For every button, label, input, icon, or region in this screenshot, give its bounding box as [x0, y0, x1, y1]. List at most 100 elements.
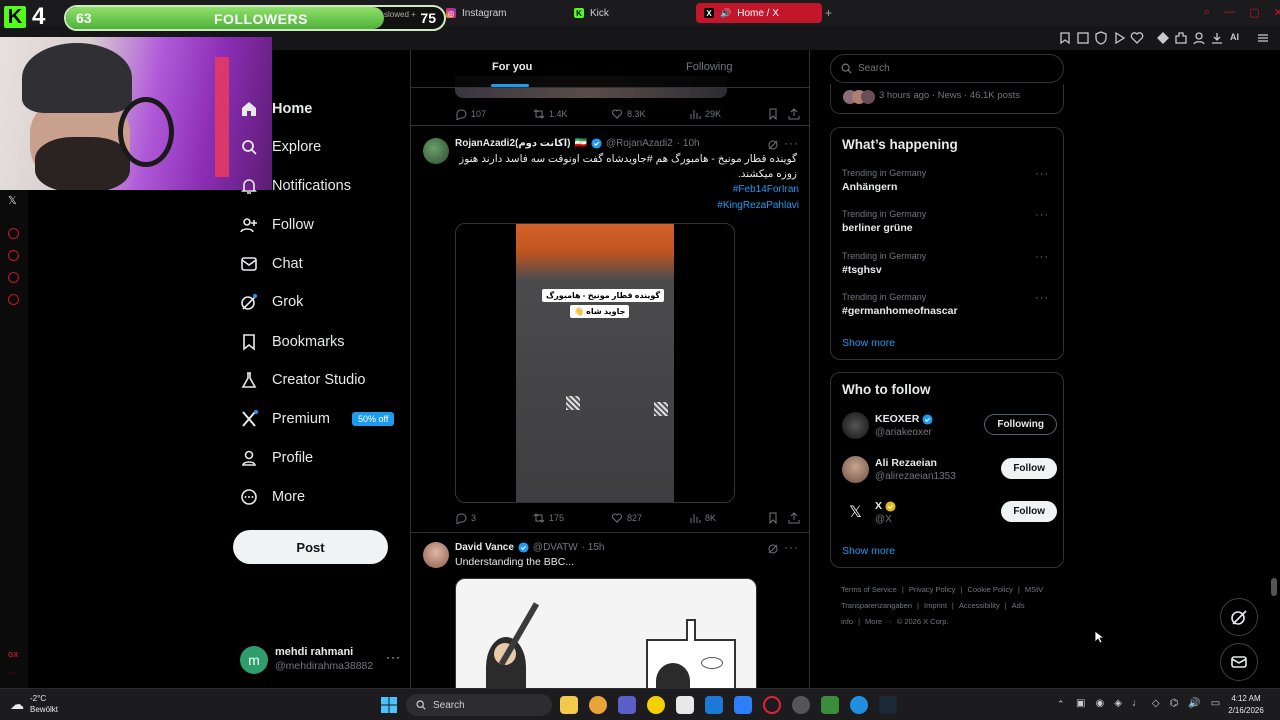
screenshot-icon[interactable]: [1076, 31, 1090, 45]
tweet-more-icon[interactable]: ···: [784, 540, 799, 554]
nav-home[interactable]: Home: [240, 94, 312, 124]
nav-grok[interactable]: Grok: [240, 287, 303, 317]
trend-item[interactable]: Trending in Germany berliner grüne ···: [842, 209, 1057, 234]
vpn-icon[interactable]: [1094, 31, 1108, 45]
page-scrollbar[interactable]: [1271, 578, 1277, 596]
tweet-time[interactable]: · 15h: [582, 542, 605, 553]
search-box[interactable]: [830, 54, 1064, 83]
extension-icon[interactable]: [1058, 31, 1072, 45]
minimize-button[interactable]: —: [1224, 6, 1235, 20]
sidebar-messenger-icon[interactable]: [8, 272, 19, 283]
share-button[interactable]: [788, 512, 800, 524]
trend-more-icon[interactable]: ···: [1035, 209, 1049, 221]
footer-link[interactable]: More ···: [865, 617, 892, 626]
tweet-avatar[interactable]: [423, 542, 449, 568]
profile-icon[interactable]: [1192, 31, 1206, 45]
follow-suggestion[interactable]: KEOXER @ariakeoxer Following: [842, 411, 1057, 443]
taskbar-clock[interactable]: 4:12 AM 2/16/2026: [1222, 693, 1270, 717]
nav-profile[interactable]: Profile: [240, 443, 313, 473]
views-button[interactable]: 8K: [689, 512, 716, 524]
tray-app-icon[interactable]: ▣: [1076, 698, 1085, 709]
search-input[interactable]: [858, 63, 1038, 74]
reply-button[interactable]: 107: [455, 108, 486, 120]
nav-notifications[interactable]: Notifications: [240, 171, 351, 201]
news-card-remainder[interactable]: 3 hours ago · News · 46.1K posts: [830, 84, 1064, 114]
nav-follow[interactable]: Follow: [240, 210, 314, 240]
app-icon[interactable]: [589, 696, 607, 714]
trend-more-icon[interactable]: ···: [1035, 168, 1049, 180]
microphone-icon[interactable]: ♩: [1132, 698, 1142, 709]
sidebar-settings-icon[interactable]: [8, 294, 19, 305]
grok-explain-icon[interactable]: [767, 543, 779, 555]
discord-icon[interactable]: ◉: [1095, 698, 1104, 709]
app-icon[interactable]: [792, 696, 810, 714]
trend-more-icon[interactable]: ···: [1035, 251, 1049, 263]
weather-widget[interactable]: ☁ -2°C Bewölkt: [10, 693, 58, 715]
ai-button[interactable]: AI: [1230, 32, 1239, 42]
tweet-image-cartoon[interactable]: [455, 578, 757, 688]
file-explorer-icon[interactable]: [560, 696, 578, 714]
tab-instagram[interactable]: ◎ Instagram: [438, 3, 562, 23]
grok-explain-icon[interactable]: [767, 139, 779, 151]
security-icon[interactable]: [734, 696, 752, 714]
app-icon[interactable]: [647, 696, 665, 714]
teams-icon[interactable]: [618, 696, 636, 714]
follow-suggestion[interactable]: Ali Rezaeian @alirezaeian1353 Follow: [842, 455, 1057, 487]
follow-button[interactable]: Follow: [1001, 458, 1057, 479]
nav-premium[interactable]: Premium 50% off: [240, 404, 395, 434]
repost-button[interactable]: 1.4K: [533, 108, 568, 120]
trend-item[interactable]: Trending in Germany Anhängern ···: [842, 168, 1057, 193]
post-button[interactable]: Post: [233, 530, 388, 564]
network-icon[interactable]: ⌬: [1170, 698, 1179, 709]
windows-start-icon[interactable]: [381, 697, 397, 713]
nav-bookmarks[interactable]: Bookmarks: [240, 327, 345, 357]
volume-icon[interactable]: 🔊: [1188, 698, 1200, 709]
show-more-link[interactable]: Show more: [842, 545, 895, 557]
repost-button[interactable]: 175: [533, 512, 564, 524]
trend-item[interactable]: Trending in Germany #germanhomeofnascar …: [842, 292, 1057, 317]
follow-button[interactable]: Follow: [1001, 501, 1057, 522]
telegram-icon[interactable]: [850, 696, 868, 714]
like-button[interactable]: 8.3K: [611, 108, 646, 120]
sidebar-clock-icon[interactable]: [8, 250, 19, 261]
tweet-author-handle[interactable]: @RojanAzadi2: [606, 138, 673, 149]
puzzle-icon[interactable]: [1174, 31, 1188, 45]
bookmark-button[interactable]: [767, 512, 779, 524]
follow-suggestion[interactable]: 𝕏 X @X Follow: [842, 498, 1057, 530]
tray-app-icon[interactable]: ◈: [1114, 698, 1122, 709]
nav-more[interactable]: More: [240, 482, 305, 512]
footer-link[interactable]: Terms of Service: [841, 585, 897, 594]
tweet-author-name[interactable]: RojanAzadi2(اکانت دوم): [455, 138, 570, 149]
show-more-link[interactable]: Show more: [842, 337, 895, 349]
trend-more-icon[interactable]: ···: [1035, 292, 1049, 304]
tab-following[interactable]: Following: [686, 61, 732, 73]
tweet-time[interactable]: · 10h: [677, 138, 700, 149]
footer-link[interactable]: Cookie Policy: [967, 585, 1012, 594]
views-button[interactable]: 29K: [689, 108, 721, 120]
following-button[interactable]: Following: [984, 414, 1057, 435]
footer-link[interactable]: Imprint: [924, 601, 947, 610]
tweet-more-icon[interactable]: ···: [784, 136, 799, 150]
search-tabs-icon[interactable]: ⌕: [1204, 6, 1210, 20]
tweet-video[interactable]: گوینده قطار مونیخ - هامبورگ جاوید شاه 👋: [455, 223, 735, 503]
close-button[interactable]: ✕: [1274, 6, 1280, 20]
grok-fab[interactable]: [1220, 598, 1258, 636]
tweet-author-handle[interactable]: @DVATW: [533, 542, 578, 553]
reply-button[interactable]: 3: [455, 512, 476, 524]
footer-link[interactable]: Accessibility: [959, 601, 1000, 610]
app-icon[interactable]: [821, 696, 839, 714]
tray-chevron-icon[interactable]: ⌃: [1057, 699, 1065, 710]
tweet-author-name[interactable]: David Vance: [455, 542, 514, 553]
account-more-icon[interactable]: ···: [386, 650, 401, 664]
taskbar-search[interactable]: Search: [406, 694, 552, 716]
tab-kick[interactable]: K Kick: [566, 3, 690, 23]
like-button[interactable]: 827: [611, 512, 642, 524]
hashtag-link[interactable]: #KingRezaPahlavi: [717, 200, 799, 211]
sidebar-history-icon[interactable]: [8, 228, 19, 239]
sidebar-more-icon[interactable]: ···: [9, 670, 16, 677]
download-icon[interactable]: [1210, 31, 1224, 45]
heart-icon[interactable]: [1130, 31, 1144, 45]
x-sidebar-icon[interactable]: 𝕏: [8, 194, 17, 207]
steam-icon[interactable]: [879, 696, 897, 714]
nav-creator-studio[interactable]: Creator Studio: [240, 365, 366, 395]
